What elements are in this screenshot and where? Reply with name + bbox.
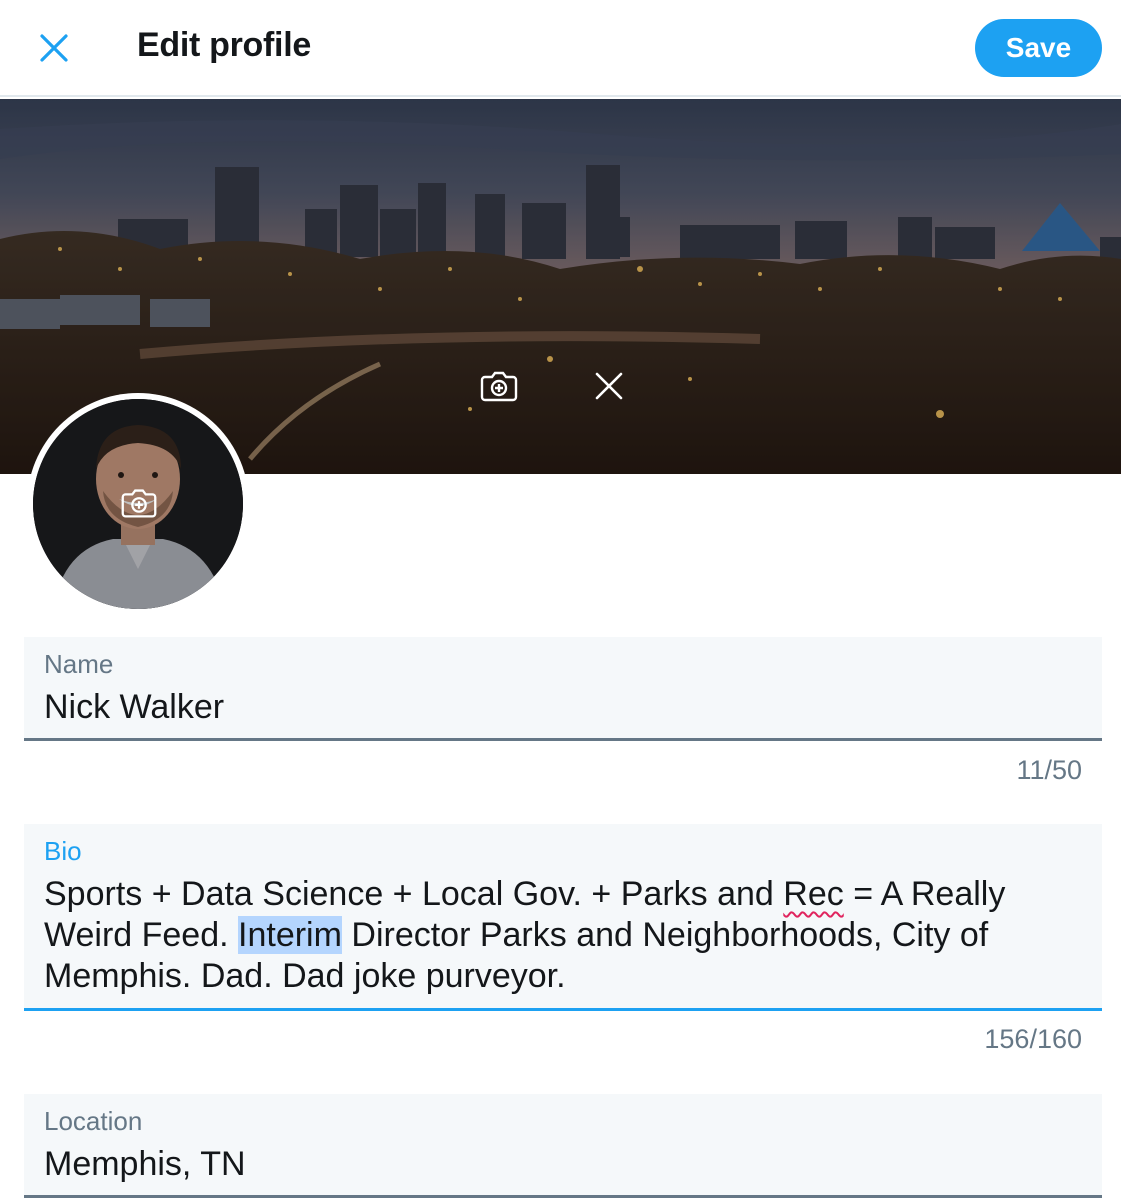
close-icon [595, 372, 623, 400]
bio-text: Sports + Data Science + Local Gov. + Par… [44, 875, 784, 913]
bio-char-counter: 156/160 [984, 1024, 1082, 1054]
camera-add-icon [121, 489, 157, 518]
selected-text: Interim [238, 916, 342, 954]
name-field-label: Name [44, 649, 114, 679]
bio-field-label: Bio [44, 836, 82, 866]
name-char-counter: 11/50 [1016, 755, 1082, 785]
close-icon [40, 34, 68, 62]
location-input[interactable]: Memphis, TN [44, 1144, 246, 1185]
bio-input[interactable]: Sports + Data Science + Local Gov. + Par… [44, 874, 1084, 997]
misspelled-word: Rec [783, 875, 844, 913]
name-field[interactable]: Name Nick Walker [24, 637, 1102, 741]
page-title: Edit profile [137, 26, 311, 64]
bio-field[interactable]: Bio Sports + Data Science + Local Gov. +… [24, 824, 1102, 1011]
save-button[interactable]: Save [975, 19, 1102, 77]
close-button[interactable] [26, 20, 82, 76]
location-field[interactable]: Location Memphis, TN [24, 1094, 1102, 1198]
avatar-add-photo-button[interactable] [117, 481, 161, 525]
banner-remove-photo-button[interactable] [586, 363, 632, 409]
banner-add-photo-button[interactable] [476, 363, 522, 409]
name-input[interactable]: Nick Walker [44, 687, 224, 728]
avatar-frame [27, 393, 249, 615]
modal-header: Edit profile Save [0, 0, 1121, 97]
avatar[interactable] [33, 399, 243, 609]
location-field-label: Location [44, 1106, 143, 1136]
camera-add-icon [480, 371, 518, 402]
